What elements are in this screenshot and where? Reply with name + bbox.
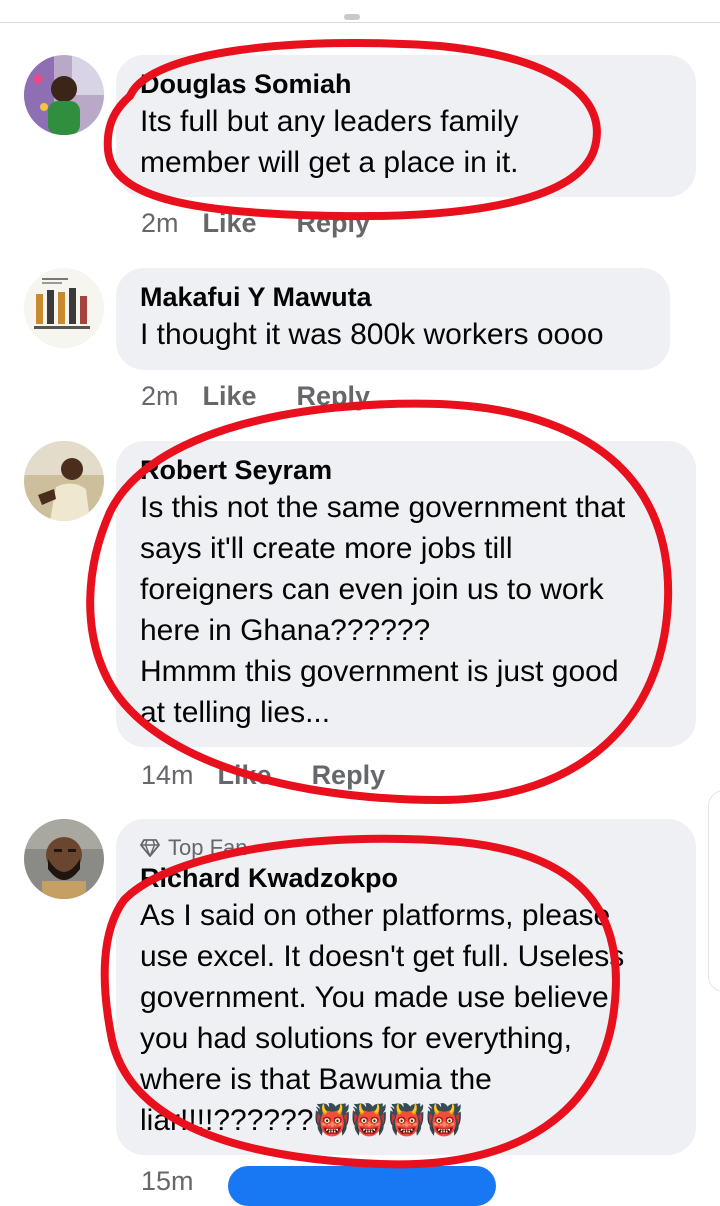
comment-text: Is this not the same government that say… (140, 491, 626, 729)
partial-reply-link (344, 6, 396, 20)
avatar[interactable] (24, 819, 104, 899)
comment-text: Its full but any leaders family member w… (140, 105, 519, 179)
comment-actions: 2m Like Reply (141, 208, 410, 239)
comment-bubble: Robert Seyram Is this not the same gover… (116, 441, 696, 747)
comment-bubble: Top Fan Richard Kwadzokpo As I said on o… (116, 819, 696, 1155)
comment-bubble: Makafui Y Mawuta I thought it was 800k w… (116, 268, 670, 370)
comment-timestamp[interactable]: 14m (141, 760, 194, 791)
like-button[interactable]: Like (218, 760, 272, 791)
comment-author[interactable]: Robert Seyram (140, 453, 674, 487)
floating-action-pill[interactable] (228, 1166, 496, 1206)
top-divider (0, 22, 720, 23)
badge-label: Top Fan (168, 835, 248, 860)
comment-actions: 14m Like Reply (141, 760, 425, 791)
avatar[interactable] (24, 268, 104, 348)
avatar[interactable] (24, 441, 104, 521)
comment-bubble: Douglas Somiah Its full but any leaders … (116, 55, 696, 197)
comment-author[interactable]: Makafui Y Mawuta (140, 280, 648, 314)
diamond-icon (140, 839, 160, 857)
like-button[interactable]: Like (203, 208, 257, 239)
reply-button[interactable]: Reply (312, 760, 386, 791)
reply-button[interactable]: Reply (297, 208, 371, 239)
comment-author[interactable]: Richard Kwadzokpo (140, 861, 674, 895)
comment-text: I thought it was 800k workers oooo (140, 318, 604, 351)
top-fan-badge: Top Fan (140, 835, 674, 861)
reply-button[interactable]: Reply (297, 381, 371, 412)
comment-author[interactable]: Douglas Somiah (140, 67, 674, 101)
comment-actions: 2m Like Reply (141, 381, 410, 412)
comment-timestamp[interactable]: 2m (141, 381, 179, 412)
comment-timestamp[interactable]: 2m (141, 208, 179, 239)
like-button[interactable]: Like (203, 381, 257, 412)
comment-timestamp[interactable]: 15m (141, 1166, 194, 1196)
side-panel-edge (708, 790, 720, 992)
avatar[interactable] (24, 55, 104, 135)
comment-text: As I said on other platforms, please use… (140, 899, 625, 1137)
